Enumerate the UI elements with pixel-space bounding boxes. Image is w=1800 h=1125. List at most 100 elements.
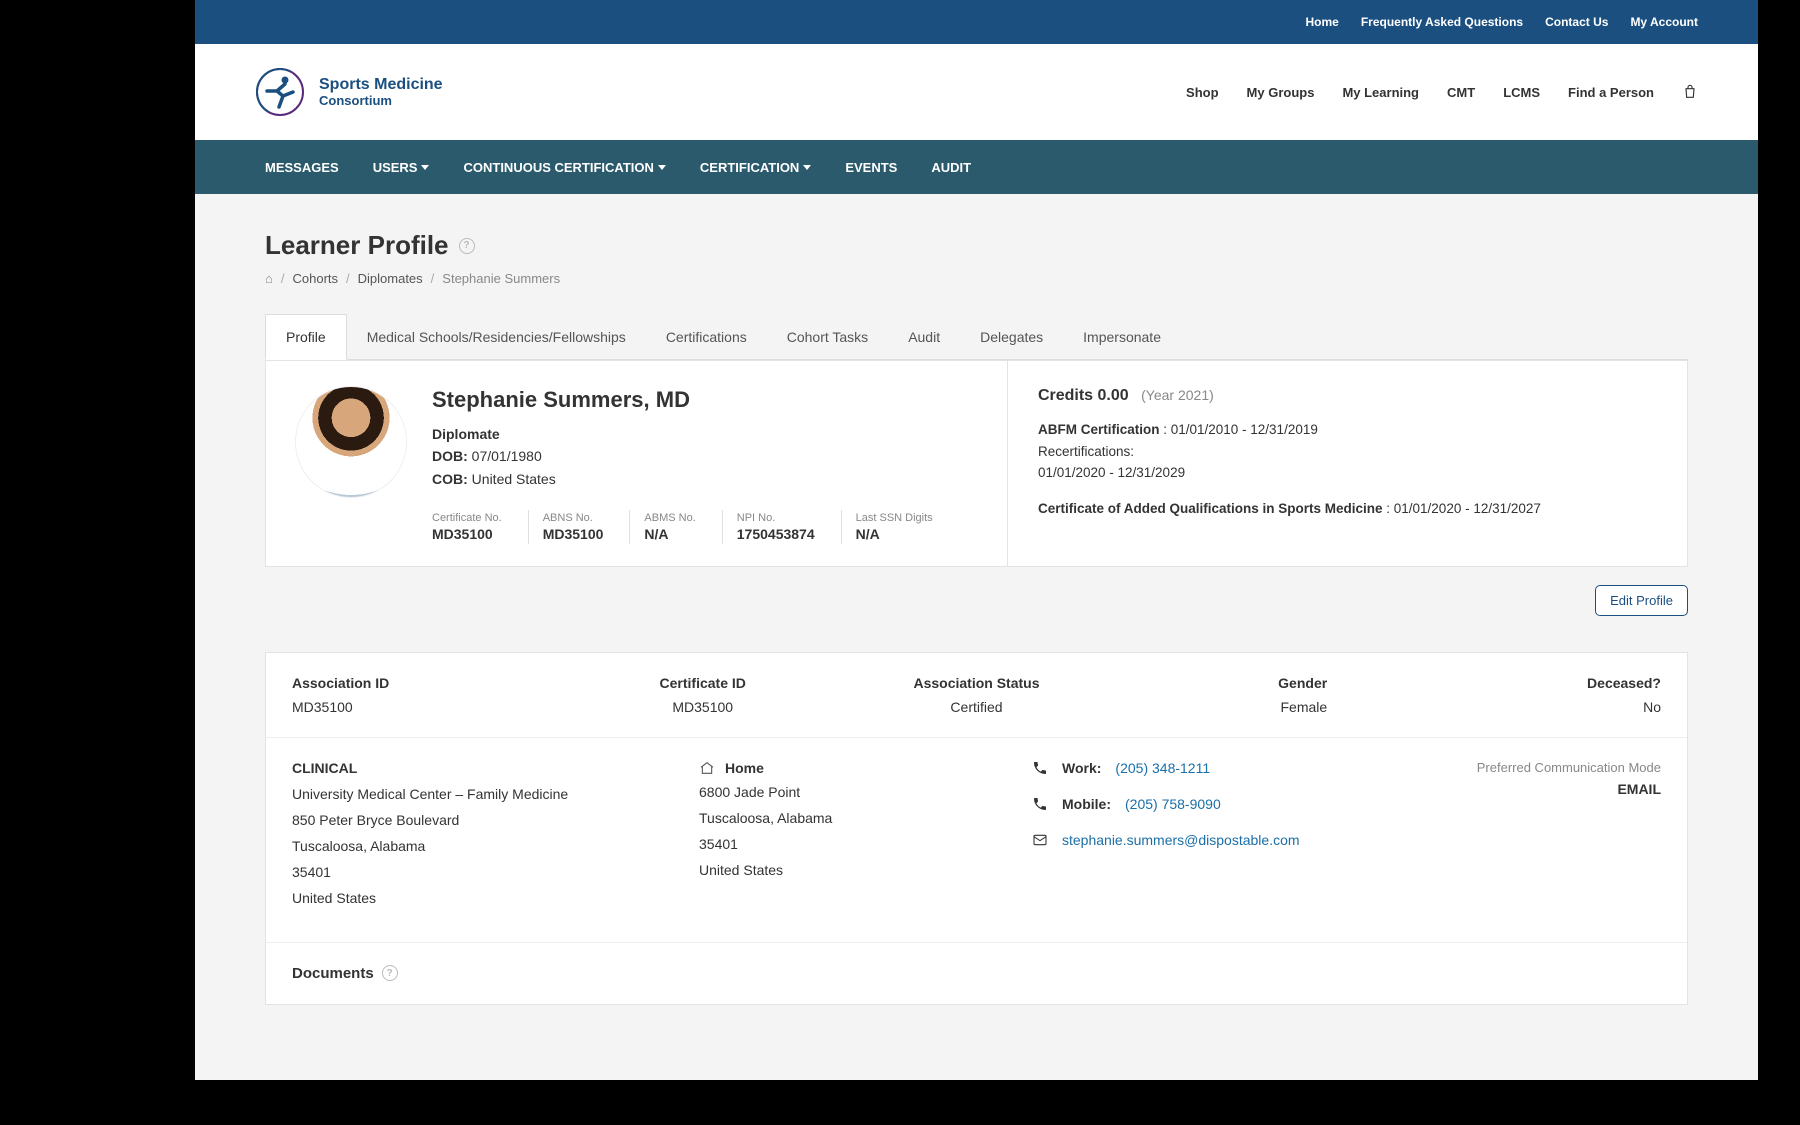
mobile-phone-link[interactable]: (205) 758-9090 — [1125, 796, 1221, 812]
nav-my-groups[interactable]: My Groups — [1247, 85, 1315, 100]
nav-lcms[interactable]: LCMS — [1503, 85, 1540, 100]
avatar — [296, 387, 406, 497]
secnav-certification[interactable]: CERTIFICATION — [700, 160, 811, 175]
id-label: ABMS No. — [644, 512, 695, 524]
shopping-bag-icon[interactable] — [1682, 84, 1698, 100]
tab-certifications[interactable]: Certifications — [646, 314, 767, 359]
util-link-faq[interactable]: Frequently Asked Questions — [1361, 15, 1523, 29]
info-label: Certificate ID — [566, 675, 840, 691]
tab-profile[interactable]: Profile — [265, 314, 347, 360]
clinical-line: 850 Peter Bryce Boulevard — [292, 808, 699, 834]
nav-my-learning[interactable]: My Learning — [1342, 85, 1419, 100]
id-value: 1750453874 — [737, 526, 815, 542]
home-icon — [699, 760, 715, 776]
tab-impersonate[interactable]: Impersonate — [1063, 314, 1181, 359]
clinical-address: CLINICAL University Medical Center – Fam… — [292, 760, 699, 911]
recert-label: Recertifications: — [1038, 444, 1134, 459]
clinical-line: 35401 — [292, 860, 699, 886]
home-line: United States — [699, 858, 1032, 884]
home-header: Home — [725, 760, 764, 776]
secnav-events[interactable]: EVENTS — [845, 160, 897, 175]
page-title-text: Learner Profile — [265, 230, 449, 261]
mobile-phone-label: Mobile: — [1062, 796, 1111, 812]
logo-text-line2: Consortium — [319, 94, 443, 108]
logo-text-line1: Sports Medicine — [319, 76, 443, 94]
secnav-messages[interactable]: MESSAGES — [265, 160, 339, 175]
home-line: 35401 — [699, 832, 1032, 858]
tab-cohort-tasks[interactable]: Cohort Tasks — [767, 314, 888, 359]
clinical-line: University Medical Center – Family Medic… — [292, 782, 699, 808]
info-value: MD35100 — [292, 699, 566, 715]
info-col-deceased: Deceased? No — [1387, 675, 1661, 715]
id-value: MD35100 — [543, 526, 604, 542]
info-col-association-id: Association ID MD35100 — [292, 675, 566, 715]
work-phone-row: Work: (205) 348-1211 — [1032, 760, 1365, 776]
help-icon[interactable]: ? — [382, 965, 398, 981]
id-value: N/A — [856, 526, 933, 542]
secnav-label: CERTIFICATION — [700, 160, 799, 175]
secnav-label: AUDIT — [931, 160, 971, 175]
edit-profile-row: Edit Profile — [265, 585, 1688, 616]
breadcrumb-diplomates[interactable]: Diplomates — [358, 271, 423, 286]
email-link[interactable]: stephanie.summers@dispostable.com — [1062, 832, 1300, 848]
tabs: Profile Medical Schools/Residencies/Fell… — [265, 314, 1688, 360]
chevron-down-icon — [421, 165, 429, 170]
tab-audit[interactable]: Audit — [888, 314, 960, 359]
info-col-association-status: Association Status Certified — [840, 675, 1114, 715]
secnav-users[interactable]: USERS — [373, 160, 430, 175]
secnav-continuous-cert[interactable]: CONTINUOUS CERTIFICATION — [463, 160, 665, 175]
nav-find-person[interactable]: Find a Person — [1568, 85, 1654, 100]
info-col-gender: Gender Female — [1113, 675, 1387, 715]
info-label: Association Status — [840, 675, 1114, 691]
nav-shop[interactable]: Shop — [1186, 85, 1219, 100]
secondary-nav: MESSAGES USERS CONTINUOUS CERTIFICATION … — [195, 140, 1758, 194]
pcm-value: EMAIL — [1365, 781, 1661, 797]
mobile-phone-row: Mobile: (205) 758-9090 — [1032, 796, 1365, 812]
credits-title: Credits 0.00 — [1038, 387, 1129, 404]
home-address: Home 6800 Jade Point Tuscaloosa, Alabama… — [699, 760, 1032, 911]
id-value: N/A — [644, 526, 695, 542]
chevron-down-icon — [658, 165, 666, 170]
id-label: Last SSN Digits — [856, 512, 933, 524]
util-link-contact[interactable]: Contact Us — [1545, 15, 1608, 29]
secnav-audit[interactable]: AUDIT — [931, 160, 971, 175]
caq-label: Certificate of Added Qualifications in S… — [1038, 501, 1383, 516]
id-label: Certificate No. — [432, 512, 502, 524]
profile-summary-left: Stephanie Summers, MD Diplomate DOB: 07/… — [266, 361, 1007, 566]
caq-range: : 01/01/2020 - 12/31/2027 — [1386, 501, 1541, 516]
secnav-label: USERS — [373, 160, 418, 175]
profile-summary-card: Stephanie Summers, MD Diplomate DOB: 07/… — [265, 360, 1688, 567]
header: Sports Medicine Consortium Shop My Group… — [195, 44, 1758, 140]
breadcrumb-separator: / — [281, 271, 285, 286]
id-label: ABNS No. — [543, 512, 604, 524]
nav-cmt[interactable]: CMT — [1447, 85, 1475, 100]
home-icon[interactable]: ⌂ — [265, 271, 273, 286]
util-link-home[interactable]: Home — [1305, 15, 1338, 29]
breadcrumb-cohorts[interactable]: Cohorts — [292, 271, 338, 286]
work-phone-link[interactable]: (205) 348-1211 — [1115, 760, 1210, 776]
clinical-header: CLINICAL — [292, 760, 699, 776]
edit-profile-button[interactable]: Edit Profile — [1595, 585, 1688, 616]
id-grid: Certificate No. MD35100 ABNS No. MD35100… — [432, 510, 959, 544]
id-value: MD35100 — [432, 526, 502, 542]
info-label: Deceased? — [1387, 675, 1661, 691]
info-col-certificate-id: Certificate ID MD35100 — [566, 675, 840, 715]
help-icon[interactable]: ? — [459, 238, 475, 254]
contact-info: Work: (205) 348-1211 Mobile: (205) 758-9… — [1032, 760, 1365, 911]
breadcrumb-separator: / — [431, 271, 435, 286]
logo[interactable]: Sports Medicine Consortium — [255, 67, 443, 117]
info-label: Association ID — [292, 675, 566, 691]
info-value: Female — [1113, 699, 1327, 715]
content: Learner Profile ? ⌂ / Cohorts / Diplomat… — [195, 194, 1758, 1005]
info-value: No — [1387, 699, 1661, 715]
chevron-down-icon — [803, 165, 811, 170]
phone-icon — [1032, 760, 1048, 776]
recert-range: 01/01/2020 - 12/31/2029 — [1038, 465, 1185, 480]
tab-medschools[interactable]: Medical Schools/Residencies/Fellowships — [347, 314, 646, 359]
id-cell-abms: ABMS No. N/A — [629, 510, 721, 544]
breadcrumb: ⌂ / Cohorts / Diplomates / Stephanie Sum… — [265, 271, 1688, 286]
util-link-account[interactable]: My Account — [1630, 15, 1698, 29]
tab-delegates[interactable]: Delegates — [960, 314, 1063, 359]
info-bottom-row: CLINICAL University Medical Center – Fam… — [266, 738, 1687, 941]
home-line: 6800 Jade Point — [699, 780, 1032, 806]
